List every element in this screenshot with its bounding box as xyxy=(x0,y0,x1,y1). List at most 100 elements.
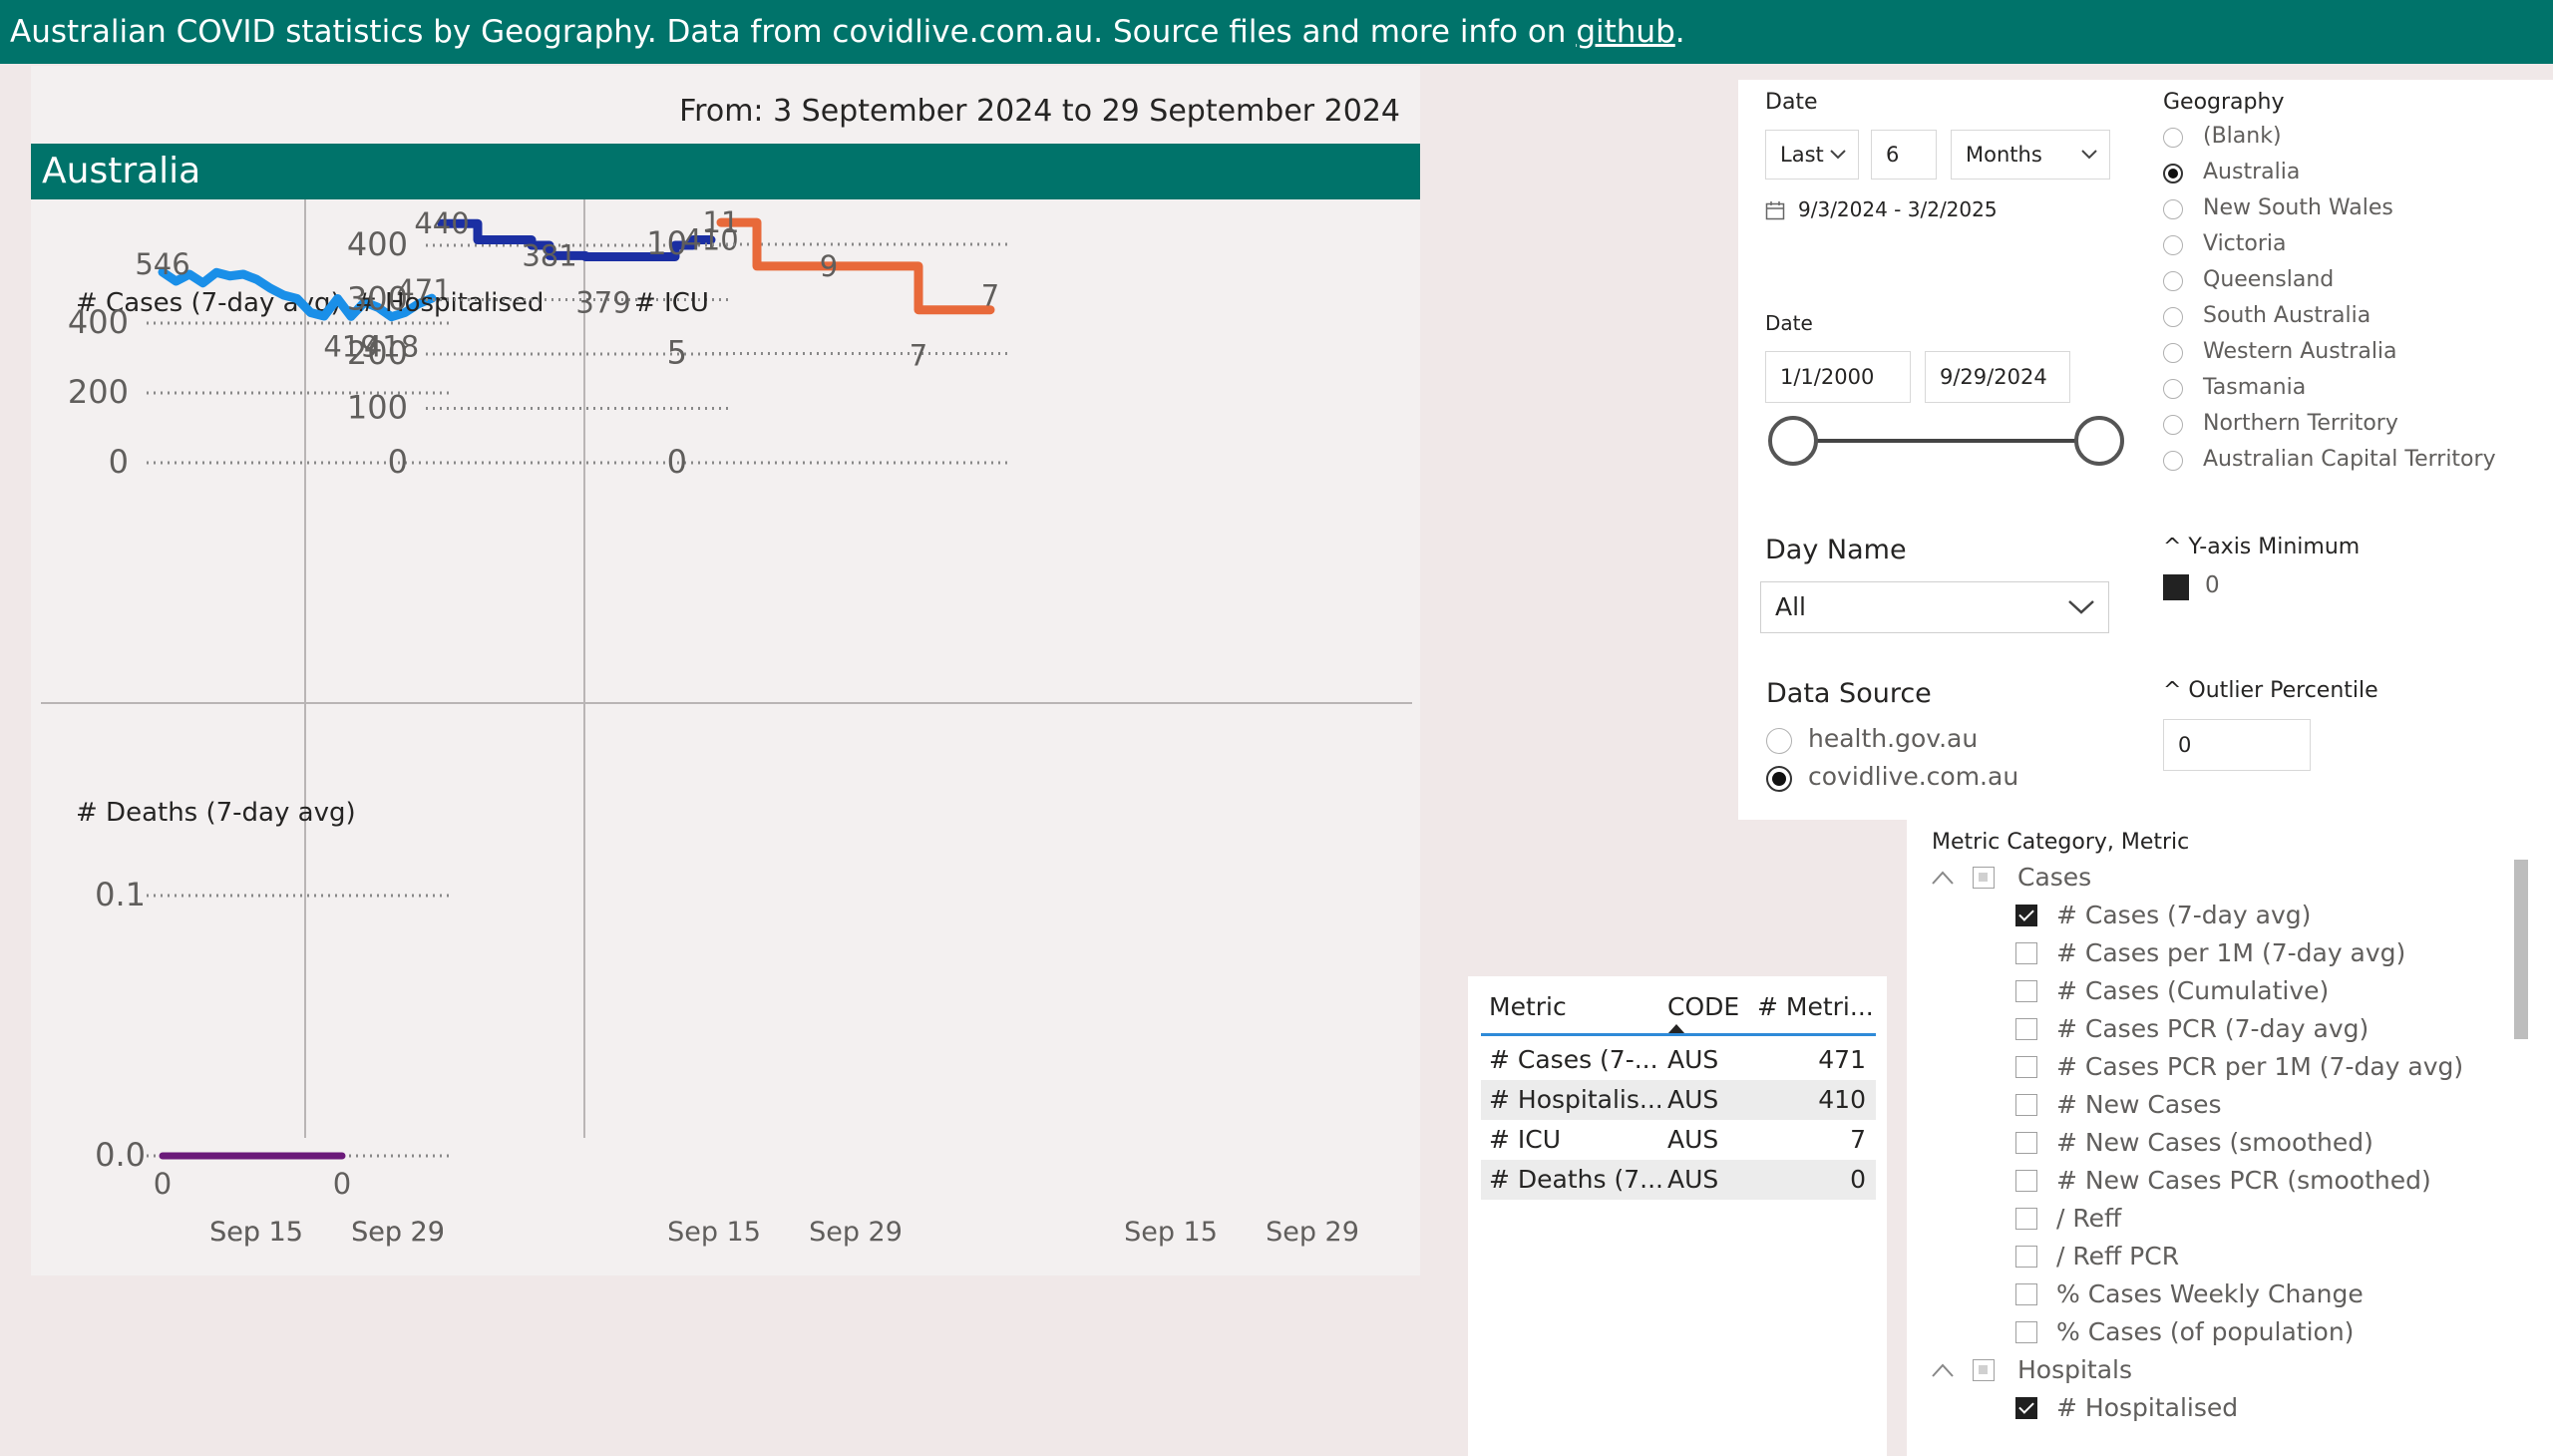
y-tick-label: 0.0 xyxy=(95,1136,146,1174)
tree-item-row[interactable]: # Cases (Cumulative) xyxy=(1907,973,2505,1011)
tree-item-row[interactable]: # New Cases (smoothed) xyxy=(1907,1125,2505,1163)
date-slider-end-handle[interactable] xyxy=(2074,416,2124,466)
checkbox[interactable] xyxy=(2015,942,2037,964)
tree-item-label: % Cases (of population) xyxy=(2056,1317,2355,1346)
radio-button[interactable] xyxy=(1766,766,1792,792)
col-header-metric[interactable]: Metric xyxy=(1489,992,1567,1021)
tree-item-label: / Reff PCR xyxy=(2056,1242,2180,1271)
radio-button[interactable] xyxy=(1766,728,1792,754)
metric-tree-title: Metric Category, Metric xyxy=(1932,830,2190,855)
data-label: 7 xyxy=(910,339,927,373)
table-row[interactable]: # ICU AUS 7 xyxy=(1481,1120,1876,1160)
day-name-value: All xyxy=(1775,592,1806,621)
chevron-up-icon[interactable] xyxy=(1932,871,1954,885)
tree-category-label: Cases xyxy=(2017,863,2092,892)
data-label: 0 xyxy=(333,1167,351,1201)
x-tick-label: Sep 29 xyxy=(351,1217,445,1248)
radio-button[interactable] xyxy=(2163,235,2183,255)
tree-item-row[interactable]: # Cases (7-day avg) xyxy=(1907,898,2505,935)
x-tick-label: Sep 15 xyxy=(667,1217,761,1248)
cell-value: 0 xyxy=(1850,1165,1866,1194)
radio-button[interactable] xyxy=(2163,451,2183,471)
tree-item-row[interactable]: % Cases Weekly Change xyxy=(1907,1276,2505,1314)
checkbox[interactable] xyxy=(2015,1170,2037,1192)
small-multiples-chart[interactable]: # Cases (7-day avg)4002000Sep 15 Sep 2954… xyxy=(31,66,1420,1275)
checkbox[interactable] xyxy=(2015,905,2037,926)
radio-button[interactable] xyxy=(2163,199,2183,219)
github-link[interactable]: github xyxy=(1576,14,1674,50)
tree-category-row[interactable]: Cases xyxy=(1907,860,2505,898)
series-line xyxy=(716,217,995,315)
y-tick-label: 0 xyxy=(109,443,129,481)
geography-option-label: Tasmania xyxy=(2203,375,2307,400)
tree-item-row[interactable]: # New Cases xyxy=(1907,1087,2505,1125)
scrollbar-thumb[interactable] xyxy=(2514,860,2528,1039)
checkbox[interactable] xyxy=(2015,1321,2037,1343)
end-date-input[interactable]: 9/29/2024 xyxy=(1925,351,2070,403)
tree-item-row[interactable]: # Cases per 1M (7-day avg) xyxy=(1907,935,2505,973)
relative-count-input[interactable]: 6 xyxy=(1871,130,1937,180)
radio-button[interactable] xyxy=(2163,164,2183,183)
radio-button[interactable] xyxy=(2163,415,2183,435)
tree-item-row[interactable]: % Cases (of population) xyxy=(1907,1314,2505,1352)
table-row[interactable]: # Cases (7-... AUS 471 xyxy=(1481,1040,1876,1080)
radio-button[interactable] xyxy=(2163,271,2183,291)
data-source-option-label: health.gov.au xyxy=(1808,724,1979,753)
outlier-value: 0 xyxy=(2178,733,2192,757)
title-bar: Australian COVID statistics by Geography… xyxy=(0,0,2553,64)
cell-code: AUS xyxy=(1667,1125,1719,1154)
date-slider-start-handle[interactable] xyxy=(1768,416,1818,466)
cell-metric: # Hospitalis... xyxy=(1489,1085,1663,1114)
geography-option-label: Australia xyxy=(2203,160,2301,184)
data-source-radio-list: health.gov.au covidlive.com.au xyxy=(1766,720,2125,810)
checkbox[interactable] xyxy=(2015,980,2037,1002)
checkbox[interactable] xyxy=(2015,1094,2037,1116)
tree-item-row[interactable]: # Cases PCR per 1M (7-day avg) xyxy=(1907,1049,2505,1087)
radio-button[interactable] xyxy=(2163,128,2183,148)
cell-code: AUS xyxy=(1667,1165,1719,1194)
cell-value: 471 xyxy=(1818,1045,1866,1074)
title-text: Australian COVID statistics by Geography… xyxy=(10,14,1577,50)
checkbox[interactable] xyxy=(2015,1283,2037,1305)
radio-button[interactable] xyxy=(2163,343,2183,363)
y-axis-min-value[interactable]: 0 xyxy=(2205,572,2220,598)
tree-item-row[interactable]: / Reff xyxy=(1907,1201,2505,1239)
checkbox[interactable] xyxy=(2015,1018,2037,1040)
relative-unit-dropdown[interactable]: Months xyxy=(1951,130,2110,180)
day-name-dropdown[interactable]: All xyxy=(1760,581,2109,633)
tree-item-row[interactable]: # Hospitalised xyxy=(1907,1390,2505,1428)
calendar-icon xyxy=(1765,201,1785,220)
chevron-up-icon[interactable] xyxy=(1932,1363,1954,1377)
x-tick-label: Sep 15 xyxy=(1124,1217,1218,1248)
col-header-value[interactable]: # Metri... xyxy=(1757,992,1874,1021)
tree-item-row[interactable]: / Reff PCR xyxy=(1907,1239,2505,1276)
tree-category-row[interactable]: Hospitals xyxy=(1907,1352,2505,1390)
cell-metric: # ICU xyxy=(1489,1125,1562,1154)
checkbox[interactable] xyxy=(2015,1208,2037,1230)
tree-item-row[interactable]: # New Cases PCR (smoothed) xyxy=(1907,1163,2505,1201)
checkbox[interactable] xyxy=(2015,1397,2037,1419)
checkbox[interactable] xyxy=(1973,1359,1995,1381)
checkbox[interactable] xyxy=(2015,1056,2037,1078)
checkbox[interactable] xyxy=(2015,1132,2037,1154)
outlier-input[interactable]: 0 xyxy=(2163,719,2311,771)
relative-mode-dropdown[interactable]: Last xyxy=(1765,130,1859,180)
col-header-code[interactable]: CODE xyxy=(1667,992,1739,1021)
geography-option-label: Australian Capital Territory xyxy=(2203,447,2496,472)
cell-metric: # Deaths (7... xyxy=(1489,1165,1663,1194)
start-date-input[interactable]: 1/1/2000 xyxy=(1765,351,1911,403)
tree-item-row[interactable]: # Cases PCR (7-day avg) xyxy=(1907,1011,2505,1049)
data-label: 381 xyxy=(522,238,576,272)
data-label: 11 xyxy=(703,205,740,239)
radio-button[interactable] xyxy=(2163,307,2183,327)
header-underline xyxy=(1481,1033,1876,1036)
checkbox[interactable] xyxy=(1973,867,1995,889)
checkbox[interactable] xyxy=(2015,1246,2037,1268)
radio-button[interactable] xyxy=(2163,379,2183,399)
x-tick-label: Sep 29 xyxy=(809,1217,903,1248)
table-row[interactable]: # Hospitalis... AUS 410 xyxy=(1481,1080,1876,1120)
y-tick-label: 0 xyxy=(388,443,408,481)
table-row[interactable]: # Deaths (7... AUS 0 xyxy=(1481,1160,1876,1200)
relative-range-text: 9/3/2024 - 3/2/2025 xyxy=(1798,197,1998,221)
metric-tree-list: Cases # Cases (7-day avg) # Cases per 1M (… xyxy=(1907,860,2505,1456)
